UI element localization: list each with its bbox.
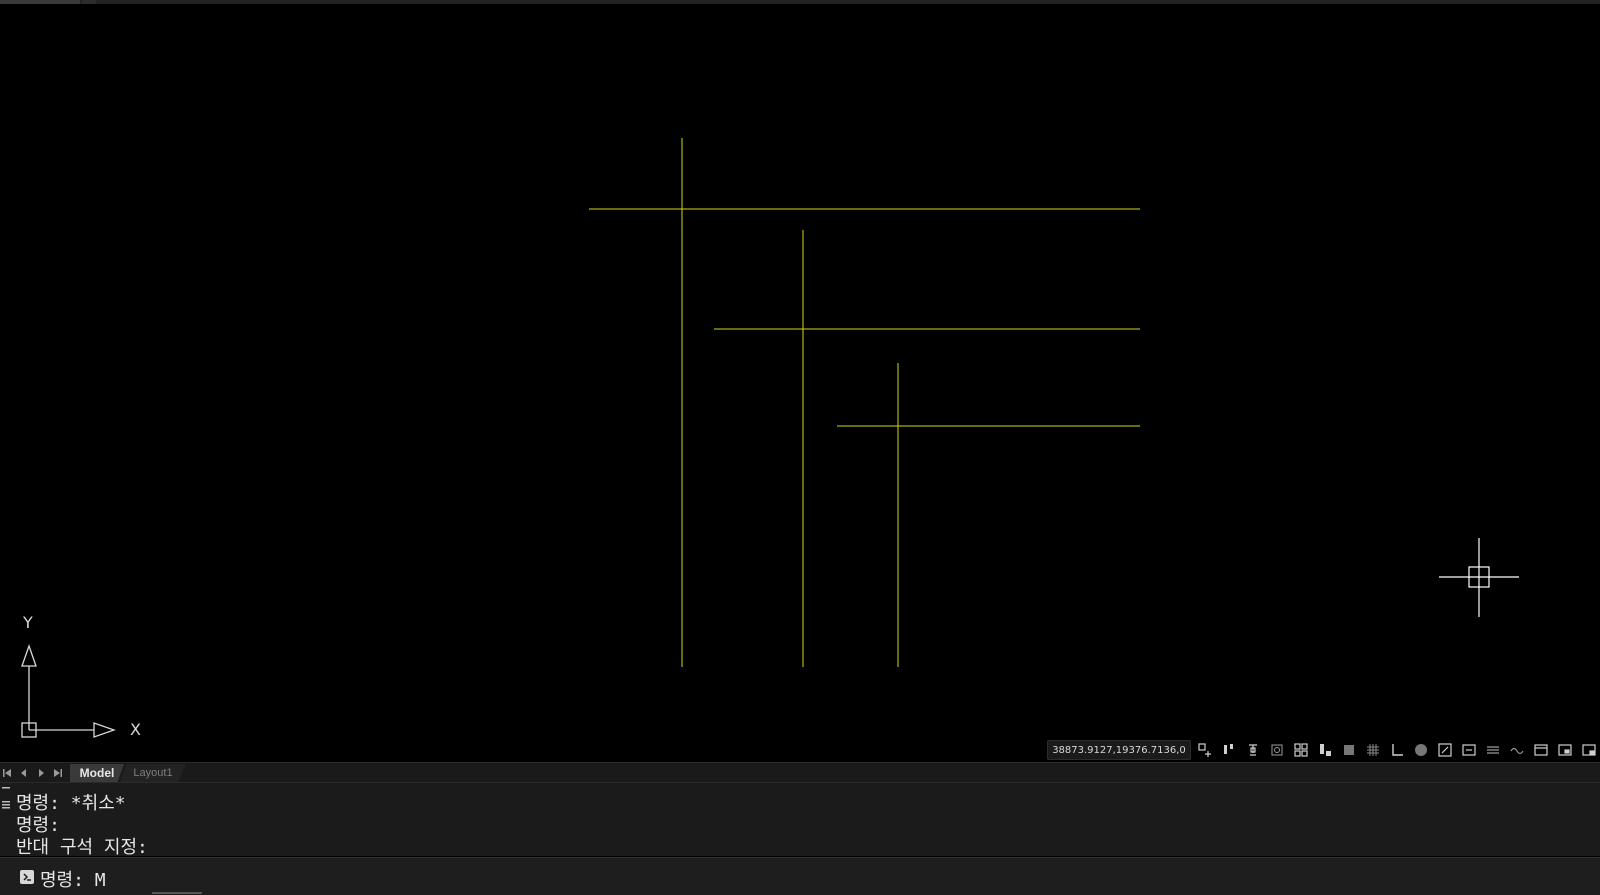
layout-icon[interactable] [1578,739,1600,761]
dynamic-ucs-icon[interactable] [1338,739,1360,761]
ucs-icon [21,644,116,738]
lineweight-icon[interactable] [1506,739,1528,761]
grid-display-icon[interactable] [1362,739,1384,761]
object-snap-icon[interactable] [1266,739,1288,761]
command-input-scroll-indicator [152,892,202,894]
viewport-icon[interactable] [1554,739,1576,761]
first-tab-icon[interactable] [0,766,14,780]
ortho-icon[interactable] [1386,739,1408,761]
lock-icon[interactable] [1314,739,1336,761]
tab-model[interactable]: Model [70,764,124,782]
command-input[interactable]: 명령: M [0,857,1600,895]
status-bar-toggles [1194,739,1600,761]
annotation-scale-icon[interactable] [1458,739,1480,761]
command-prompt-text[interactable]: 명령: M [40,866,106,892]
drawing-canvas[interactable]: Y X [0,4,1600,760]
coordinate-readout[interactable]: 38873.9127,19376.7136,0 [1047,740,1191,760]
command-history-line: 반대 구석 지정: [16,837,148,858]
next-tab-icon[interactable] [34,766,48,780]
command-history: 명령: *취소* 명령: 반대 구석 지정: [0,782,1600,858]
tab-layout1[interactable]: Layout1 [120,764,186,782]
last-tab-icon[interactable] [51,766,65,780]
drafting-icon[interactable] [1242,739,1264,761]
transparency-icon[interactable] [1530,739,1552,761]
dimension-icon[interactable] [1482,739,1504,761]
snap-tracking-icon[interactable] [1194,739,1216,761]
grid-snap-icon[interactable] [1290,739,1312,761]
command-line-grip-icon[interactable] [2,787,10,827]
ucs-y-label: Y [22,613,33,632]
snap-toggle-icon[interactable] [1218,739,1240,761]
polar-icon[interactable] [1410,739,1432,761]
prev-tab-icon[interactable] [17,766,31,780]
crosshair-cursor-icon [1439,538,1519,617]
layout-tab-bar: Model Layout1 [0,762,1600,782]
drawing-lines[interactable] [589,138,1140,667]
command-prompt-icon [20,870,34,884]
isometric-icon[interactable] [1434,739,1456,761]
ucs-x-label: X [130,720,141,739]
